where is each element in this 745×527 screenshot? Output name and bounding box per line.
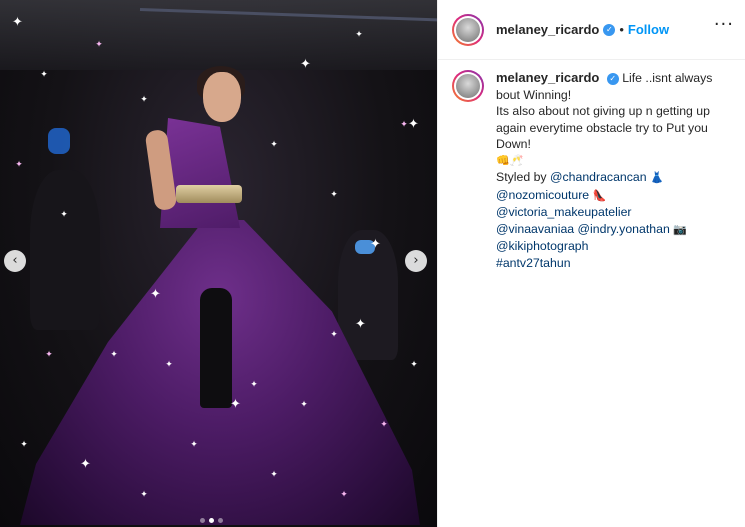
more-options-icon[interactable]: ··· [714, 14, 734, 35]
sparkle-icon: ✦ [340, 489, 348, 499]
sparkle-icon: ✦ [330, 189, 338, 199]
sparkle-icon: ✦ [355, 316, 366, 331]
carousel-dot-active [209, 518, 214, 523]
follow-button[interactable]: Follow [628, 22, 669, 37]
carousel-indicator [200, 518, 223, 523]
sparkle-icon: ✦ [408, 116, 419, 131]
sparkle-icon: ✦ [140, 489, 148, 499]
avatar-ring [454, 15, 482, 44]
black-boot [200, 288, 232, 408]
sparkle-icon: ✦ [330, 329, 338, 339]
caption-emoji: 👊🥂 [496, 153, 524, 167]
dress-icon: 👗 [650, 171, 664, 184]
sparkle-icon: ✦ [15, 159, 23, 169]
background-person [30, 170, 100, 330]
avatar-ring [454, 72, 482, 100]
mention-link[interactable]: @vinaavaniaa [496, 222, 574, 236]
camera-icon: 📷 [673, 222, 687, 236]
username-link[interactable]: melaney_ricardo [496, 22, 599, 37]
carousel-dot [200, 518, 205, 523]
sparkle-icon: ✦ [250, 379, 258, 389]
next-slide-button[interactable]: › [405, 250, 427, 272]
heel-icon: 👠 [592, 188, 607, 202]
sparkle-icon: ✦ [400, 119, 408, 129]
avatar[interactable] [452, 13, 484, 46]
sparkle-icon: ✦ [300, 399, 308, 409]
gold-belt [176, 185, 242, 203]
model-face [203, 72, 241, 122]
sparkle-icon: ✦ [80, 456, 91, 471]
sparkle-icon: ✦ [45, 349, 53, 359]
caption-line: Its also about not giving up n getting u… [496, 104, 710, 151]
separator-dot: • [619, 22, 624, 37]
verified-badge-icon: ✓ [606, 72, 619, 85]
post-side-panel: melaney_ricardo ✓ • Follow ··· melaney_r… [437, 0, 745, 527]
sparkle-icon: ✦ [40, 69, 48, 79]
post-caption: melaney_ricardo ✓ Life ..isnt always bou… [452, 70, 737, 271]
mention-link[interactable]: @nozomicouture [496, 188, 589, 202]
hashtag-link[interactable]: #antv27tahun [496, 256, 571, 270]
verified-badge-icon: ✓ [603, 23, 616, 36]
mention-link[interactable]: @victoria_makeupatelier [496, 205, 632, 219]
sparkle-icon: ✦ [380, 419, 388, 429]
sparkle-icon: ✦ [370, 236, 381, 251]
mention-link[interactable]: @chandracancan [550, 170, 647, 184]
avatar-image [456, 17, 480, 42]
caption-text: melaney_ricardo ✓ Life ..isnt always bou… [496, 70, 737, 271]
sparkle-icon: ✦ [410, 359, 418, 369]
avatar-image [456, 74, 480, 98]
carousel-dot [218, 518, 223, 523]
previous-slide-button[interactable]: ‹ [4, 250, 26, 272]
avatar[interactable] [452, 70, 484, 102]
background-person-mask [48, 128, 70, 154]
sparkle-icon: ✦ [230, 396, 241, 411]
sparkle-icon: ✦ [270, 469, 278, 479]
mention-link[interactable]: @kikiphotograph [496, 239, 588, 253]
sparkle-icon: ✦ [150, 286, 161, 301]
post-header: melaney_ricardo ✓ • Follow ··· [438, 0, 745, 60]
styled-by-label: Styled by [496, 170, 547, 184]
sparkle-icon: ✦ [12, 14, 23, 29]
mention-link[interactable]: @indry.yonathan [578, 222, 670, 236]
sparkle-icon: ✦ [190, 439, 198, 449]
sparkle-icon: ✦ [165, 359, 173, 369]
sparkle-icon: ✦ [300, 56, 311, 71]
sparkle-icon: ✦ [140, 94, 148, 104]
post-photo[interactable]: ✦ ✦ ✦ ✦ ✦ ✦ ✦ ✦ ✦ ✦ ✦ ✦ ✦ ✦ ✦ ✦ ✦ ✦ ✦ ✦ … [0, 0, 437, 527]
sparkle-icon: ✦ [110, 349, 118, 359]
caption-username-link[interactable]: melaney_ricardo [496, 70, 599, 85]
sparkle-icon: ✦ [355, 29, 363, 39]
sparkle-icon: ✦ [270, 139, 278, 149]
sparkle-icon: ✦ [60, 209, 68, 219]
sparkle-icon: ✦ [95, 39, 103, 49]
sparkle-icon: ✦ [20, 439, 28, 449]
